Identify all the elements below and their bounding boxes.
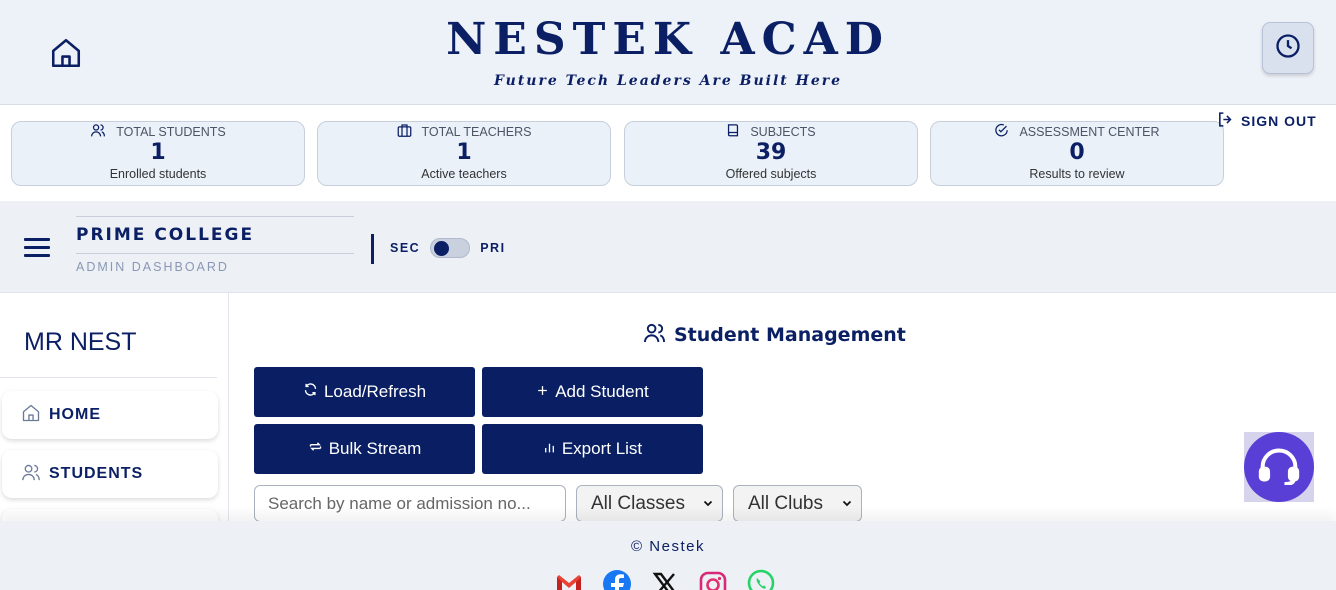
swap-icon: [308, 439, 323, 459]
club-filter-select[interactable]: All Clubs: [733, 485, 862, 522]
college-subtitle: ADMIN DASHBOARD: [76, 260, 229, 274]
sidebar: MR NEST HOME STUDENTS: [0, 293, 229, 521]
sidebar-item-label: STUDENTS: [49, 465, 144, 482]
divider: [371, 234, 374, 264]
menu-icon[interactable]: [24, 238, 50, 258]
check-circle-icon: [994, 123, 1009, 141]
stat-label: TOTAL STUDENTS: [116, 124, 226, 139]
sidebar-item-students[interactable]: STUDENTS: [2, 450, 218, 498]
chevron-down-icon: [702, 493, 714, 515]
book-icon: [726, 123, 740, 140]
home-icon: [21, 403, 41, 428]
college-name: PRIME COLLEGE: [76, 216, 354, 254]
sidebar-item-label: HOME: [49, 406, 101, 423]
clock-icon: [1274, 32, 1302, 65]
stat-card-total-students[interactable]: TOTAL STUDENTS 1 Enrolled students: [11, 121, 305, 186]
toggle-right-label: PRI: [480, 241, 506, 255]
briefcase-icon: [397, 123, 412, 140]
sign-out-label: SIGN OUT: [1241, 113, 1317, 129]
headset-icon: [1257, 445, 1301, 490]
club-filter-value: All Clubs: [748, 492, 823, 514]
sidebar-item-home[interactable]: HOME: [2, 391, 218, 439]
section-title-text: Student Management: [674, 324, 906, 346]
x-icon[interactable]: [650, 568, 680, 590]
stat-value: 39: [755, 140, 787, 165]
stat-sub: Offered subjects: [725, 167, 817, 181]
stat-card-subjects[interactable]: SUBJECTS 39 Offered subjects: [624, 121, 918, 186]
stat-label: SUBJECTS: [750, 124, 816, 139]
brand: NESTEK ACAD Future Tech Leaders Are Buil…: [0, 14, 1336, 89]
brand-title: NESTEK ACAD: [446, 14, 890, 65]
search-input[interactable]: [254, 485, 566, 522]
whatsapp-icon[interactable]: [746, 568, 776, 590]
sign-out-button[interactable]: SIGN OUT: [1217, 111, 1317, 131]
gmail-icon[interactable]: [554, 568, 584, 590]
users-icon: [21, 463, 41, 486]
college-bar: PRIME COLLEGE ADMIN DASHBOARD SEC PRI: [0, 201, 1336, 293]
facebook-icon[interactable]: [602, 568, 632, 590]
stat-sub: Active teachers: [421, 167, 507, 181]
stat-sub: Results to review: [1029, 167, 1125, 181]
users-icon: [643, 322, 666, 348]
users-icon: [90, 123, 106, 140]
stat-label: TOTAL TEACHERS: [421, 124, 532, 139]
stat-card-total-teachers[interactable]: TOTAL TEACHERS 1 Active teachers: [317, 121, 611, 186]
export-list-label: Export List: [561, 439, 643, 458]
class-filter-value: All Classes: [591, 492, 685, 514]
social-links: [554, 568, 776, 590]
level-toggle[interactable]: [430, 238, 471, 258]
plus-icon: [536, 382, 549, 402]
add-student-button[interactable]: Add Student: [482, 367, 703, 417]
chevron-down-icon: [841, 493, 853, 515]
bar-chart-icon: [543, 439, 556, 459]
stat-label: ASSESSMENT CENTER: [1019, 124, 1160, 139]
bulk-stream-button[interactable]: Bulk Stream: [254, 424, 475, 474]
footer: © Nestek: [0, 521, 1336, 590]
load-refresh-label: Load/Refresh: [323, 382, 427, 401]
instagram-icon[interactable]: [698, 568, 728, 590]
user-name: MR NEST: [24, 328, 137, 356]
section-title: Student Management: [643, 322, 906, 348]
sidebar-item-next[interactable]: [2, 509, 218, 521]
stat-value: 1: [150, 140, 166, 165]
copyright: © Nestek: [631, 538, 705, 555]
sign-out-icon: [1217, 111, 1234, 131]
stat-value: 1: [456, 140, 472, 165]
clock-button[interactable]: [1262, 22, 1314, 74]
support-button[interactable]: [1244, 432, 1314, 502]
stat-card-assessment-center[interactable]: ASSESSMENT CENTER 0 Results to review: [930, 121, 1224, 186]
class-filter-select[interactable]: All Classes: [576, 485, 723, 522]
stat-value: 0: [1069, 140, 1085, 165]
bulk-stream-label: Bulk Stream: [328, 439, 422, 458]
export-list-button[interactable]: Export List: [482, 424, 703, 474]
stat-sub: Enrolled students: [109, 167, 207, 181]
refresh-icon: [303, 382, 318, 402]
brand-tagline: Future Tech Leaders Are Built Here: [493, 73, 843, 89]
toggle-left-label: SEC: [390, 241, 421, 255]
load-refresh-button[interactable]: Load/Refresh: [254, 367, 475, 417]
add-student-label: Add Student: [555, 382, 649, 401]
sidebar-divider: [0, 377, 217, 378]
top-header: NESTEK ACAD Future Tech Leaders Are Buil…: [0, 0, 1336, 105]
